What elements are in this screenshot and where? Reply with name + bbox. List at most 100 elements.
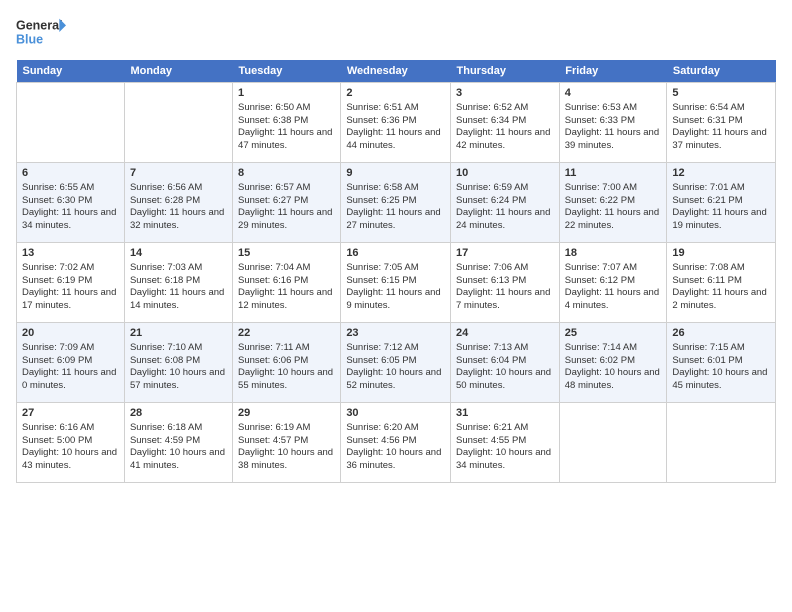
calendar-cell: 26Sunrise: 7:15 AMSunset: 6:01 PMDayligh…: [667, 323, 776, 403]
day-info: Sunrise: 6:58 AM: [346, 182, 445, 195]
calendar-cell: 6Sunrise: 6:55 AMSunset: 6:30 PMDaylight…: [17, 163, 125, 243]
day-number: 27: [22, 406, 119, 421]
calendar-cell: 16Sunrise: 7:05 AMSunset: 6:15 PMDayligh…: [341, 243, 451, 323]
day-info: Daylight: 11 hours and 37 minutes.: [672, 127, 770, 153]
day-number: 14: [130, 246, 227, 261]
day-info: Sunset: 6:33 PM: [565, 115, 662, 128]
day-info: Sunset: 6:01 PM: [672, 355, 770, 368]
day-info: Sunset: 6:12 PM: [565, 275, 662, 288]
calendar-cell: 24Sunrise: 7:13 AMSunset: 6:04 PMDayligh…: [451, 323, 560, 403]
day-info: Sunrise: 7:03 AM: [130, 262, 227, 275]
day-info: Sunset: 6:19 PM: [22, 275, 119, 288]
day-number: 20: [22, 326, 119, 341]
day-info: Daylight: 10 hours and 57 minutes.: [130, 367, 227, 393]
day-info: Sunset: 4:55 PM: [456, 435, 554, 448]
day-info: Daylight: 11 hours and 2 minutes.: [672, 287, 770, 313]
svg-text:General: General: [16, 19, 63, 33]
day-info: Daylight: 11 hours and 44 minutes.: [346, 127, 445, 153]
day-info: Daylight: 11 hours and 42 minutes.: [456, 127, 554, 153]
day-number: 31: [456, 406, 554, 421]
day-info: Sunset: 6:24 PM: [456, 195, 554, 208]
calendar-cell: 14Sunrise: 7:03 AMSunset: 6:18 PMDayligh…: [124, 243, 232, 323]
day-number: 6: [22, 166, 119, 181]
day-info: Daylight: 11 hours and 19 minutes.: [672, 207, 770, 233]
day-number: 3: [456, 86, 554, 101]
day-info: Sunrise: 6:50 AM: [238, 102, 335, 115]
day-info: Sunset: 6:05 PM: [346, 355, 445, 368]
week-row-3: 13Sunrise: 7:02 AMSunset: 6:19 PMDayligh…: [17, 243, 776, 323]
calendar-cell: 18Sunrise: 7:07 AMSunset: 6:12 PMDayligh…: [559, 243, 667, 323]
calendar-cell: 11Sunrise: 7:00 AMSunset: 6:22 PMDayligh…: [559, 163, 667, 243]
day-info: Daylight: 10 hours and 36 minutes.: [346, 447, 445, 473]
day-number: 1: [238, 86, 335, 101]
calendar-cell: 29Sunrise: 6:19 AMSunset: 4:57 PMDayligh…: [233, 403, 341, 483]
day-info: Sunset: 6:11 PM: [672, 275, 770, 288]
svg-text:Blue: Blue: [16, 33, 43, 47]
day-number: 5: [672, 86, 770, 101]
calendar-cell: 10Sunrise: 6:59 AMSunset: 6:24 PMDayligh…: [451, 163, 560, 243]
day-number: 11: [565, 166, 662, 181]
day-info: Daylight: 11 hours and 7 minutes.: [456, 287, 554, 313]
day-number: 23: [346, 326, 445, 341]
week-row-1: 1Sunrise: 6:50 AMSunset: 6:38 PMDaylight…: [17, 83, 776, 163]
day-info: Sunrise: 6:19 AM: [238, 422, 335, 435]
day-number: 2: [346, 86, 445, 101]
calendar-cell: [124, 83, 232, 163]
day-info: Sunrise: 6:53 AM: [565, 102, 662, 115]
day-info: Daylight: 11 hours and 39 minutes.: [565, 127, 662, 153]
day-info: Sunrise: 6:52 AM: [456, 102, 554, 115]
day-info: Daylight: 10 hours and 45 minutes.: [672, 367, 770, 393]
day-info: Sunrise: 7:05 AM: [346, 262, 445, 275]
day-info: Daylight: 10 hours and 43 minutes.: [22, 447, 119, 473]
day-info: Daylight: 11 hours and 27 minutes.: [346, 207, 445, 233]
day-number: 30: [346, 406, 445, 421]
calendar-cell: 15Sunrise: 7:04 AMSunset: 6:16 PMDayligh…: [233, 243, 341, 323]
calendar-cell: 2Sunrise: 6:51 AMSunset: 6:36 PMDaylight…: [341, 83, 451, 163]
calendar-cell: 27Sunrise: 6:16 AMSunset: 5:00 PMDayligh…: [17, 403, 125, 483]
calendar-cell: 17Sunrise: 7:06 AMSunset: 6:13 PMDayligh…: [451, 243, 560, 323]
day-number: 21: [130, 326, 227, 341]
day-info: Sunset: 6:02 PM: [565, 355, 662, 368]
day-info: Daylight: 11 hours and 32 minutes.: [130, 207, 227, 233]
weekday-header-saturday: Saturday: [667, 60, 776, 83]
calendar-cell: 28Sunrise: 6:18 AMSunset: 4:59 PMDayligh…: [124, 403, 232, 483]
weekday-header-thursday: Thursday: [451, 60, 560, 83]
calendar-table: SundayMondayTuesdayWednesdayThursdayFrid…: [16, 60, 776, 483]
day-number: 22: [238, 326, 335, 341]
calendar-cell: 25Sunrise: 7:14 AMSunset: 6:02 PMDayligh…: [559, 323, 667, 403]
day-info: Sunrise: 7:11 AM: [238, 342, 335, 355]
day-info: Daylight: 11 hours and 29 minutes.: [238, 207, 335, 233]
day-info: Daylight: 11 hours and 47 minutes.: [238, 127, 335, 153]
calendar-cell: 31Sunrise: 6:21 AMSunset: 4:55 PMDayligh…: [451, 403, 560, 483]
day-info: Sunrise: 7:07 AM: [565, 262, 662, 275]
day-info: Daylight: 10 hours and 34 minutes.: [456, 447, 554, 473]
day-info: Sunrise: 6:54 AM: [672, 102, 770, 115]
day-info: Sunrise: 7:14 AM: [565, 342, 662, 355]
day-info: Sunrise: 6:56 AM: [130, 182, 227, 195]
calendar-cell: 13Sunrise: 7:02 AMSunset: 6:19 PMDayligh…: [17, 243, 125, 323]
day-number: 28: [130, 406, 227, 421]
day-info: Sunrise: 6:57 AM: [238, 182, 335, 195]
calendar-cell: 20Sunrise: 7:09 AMSunset: 6:09 PMDayligh…: [17, 323, 125, 403]
weekday-header-sunday: Sunday: [17, 60, 125, 83]
day-info: Sunrise: 6:21 AM: [456, 422, 554, 435]
calendar-cell: 19Sunrise: 7:08 AMSunset: 6:11 PMDayligh…: [667, 243, 776, 323]
day-info: Sunset: 6:16 PM: [238, 275, 335, 288]
weekday-header-friday: Friday: [559, 60, 667, 83]
day-info: Sunrise: 6:51 AM: [346, 102, 445, 115]
day-info: Sunrise: 7:00 AM: [565, 182, 662, 195]
day-info: Daylight: 10 hours and 52 minutes.: [346, 367, 445, 393]
calendar-cell: [559, 403, 667, 483]
day-number: 15: [238, 246, 335, 261]
day-info: Daylight: 10 hours and 41 minutes.: [130, 447, 227, 473]
day-info: Daylight: 11 hours and 34 minutes.: [22, 207, 119, 233]
day-info: Sunrise: 6:20 AM: [346, 422, 445, 435]
day-info: Sunrise: 7:02 AM: [22, 262, 119, 275]
day-info: Sunset: 6:15 PM: [346, 275, 445, 288]
day-info: Sunset: 6:38 PM: [238, 115, 335, 128]
day-info: Sunrise: 7:09 AM: [22, 342, 119, 355]
weekday-header-monday: Monday: [124, 60, 232, 83]
day-info: Sunset: 6:04 PM: [456, 355, 554, 368]
day-info: Daylight: 11 hours and 24 minutes.: [456, 207, 554, 233]
day-info: Daylight: 10 hours and 48 minutes.: [565, 367, 662, 393]
